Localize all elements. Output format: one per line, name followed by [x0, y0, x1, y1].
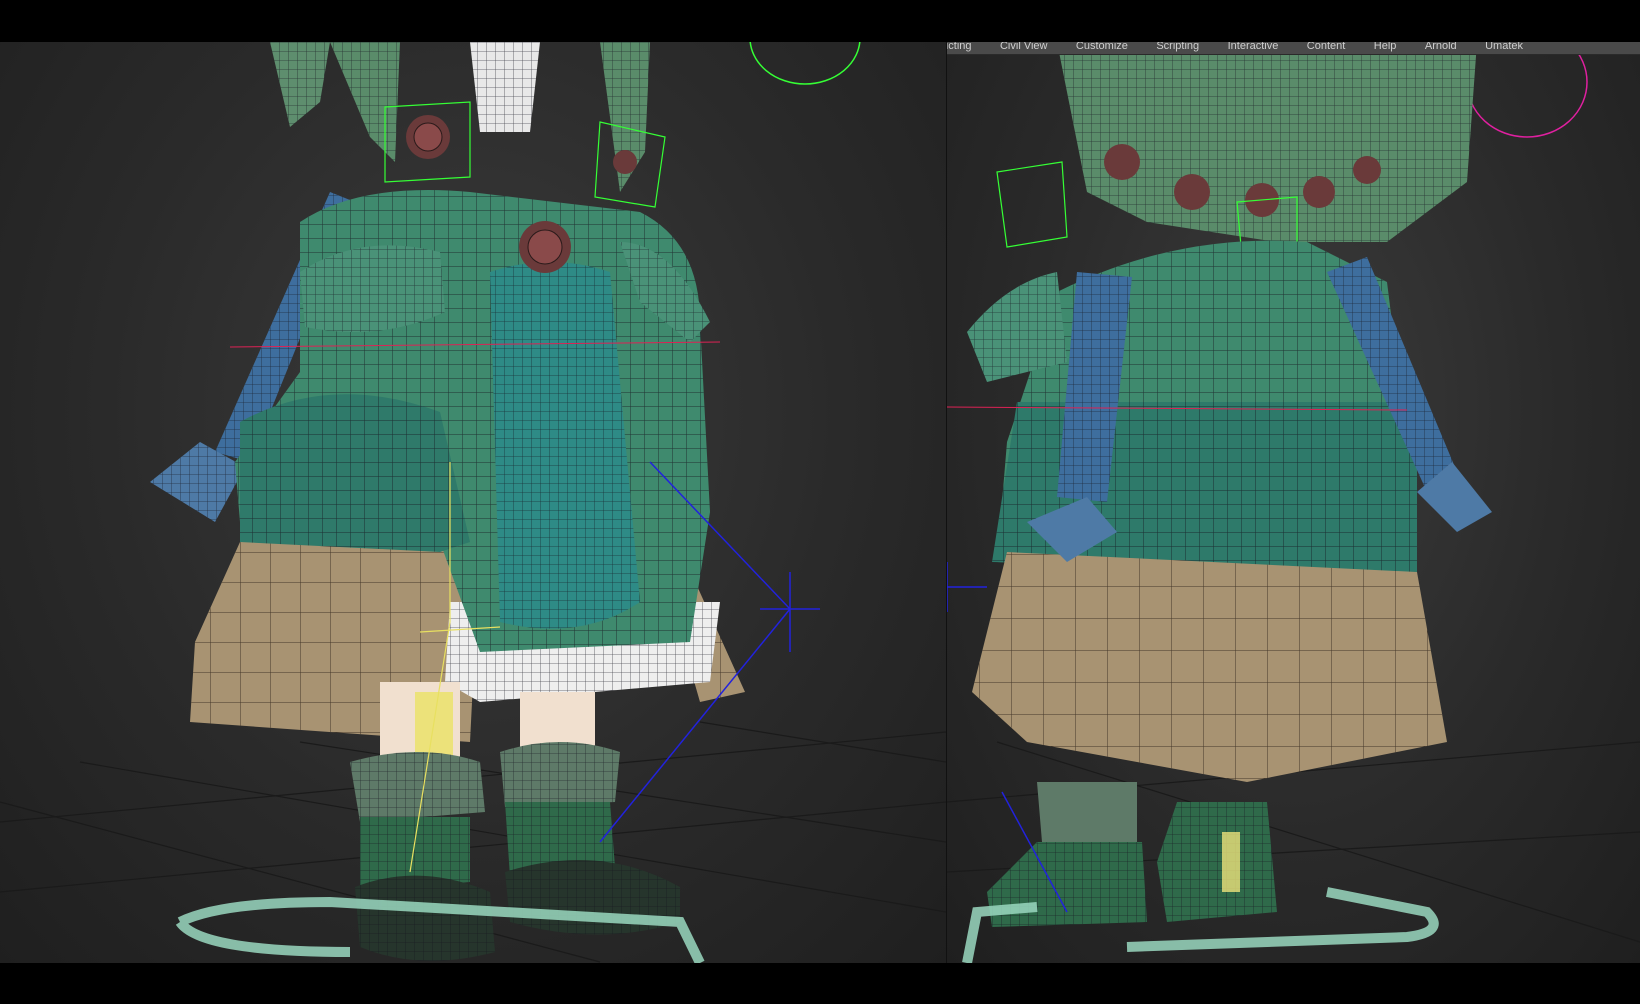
- skirt-back: [972, 552, 1447, 782]
- right-scene: [947, 42, 1640, 963]
- left-boot: [350, 752, 495, 961]
- menu-item-umatek[interactable]: Umatek: [1485, 42, 1523, 52]
- selection-circle: [749, 42, 861, 85]
- menu-item-content[interactable]: Content: [1307, 42, 1346, 52]
- menu-item-interactive[interactable]: Interactive: [1228, 42, 1279, 52]
- menu-item-scripting[interactable]: Scripting: [1156, 42, 1199, 52]
- pink-circle: [1466, 42, 1588, 138]
- menu-item-civil-view[interactable]: Civil View: [1000, 42, 1047, 52]
- left-scene: [0, 42, 946, 963]
- menu-item-arnold[interactable]: Arnold: [1425, 42, 1457, 52]
- viewport-left[interactable]: [0, 42, 946, 963]
- menu-item-help[interactable]: Help: [1374, 42, 1397, 52]
- viewport-right[interactable]: [947, 42, 1640, 963]
- hair-strips: [270, 42, 650, 192]
- menu-item-constructing[interactable]: ...ucting: [947, 42, 972, 52]
- letterbox-top: [0, 0, 1640, 42]
- coat-flap: [240, 394, 470, 552]
- menu-bar: ...ucting Civil View Customize Scripting…: [947, 42, 1640, 55]
- right-boot: [500, 742, 680, 935]
- letterbox-bottom: [0, 963, 1640, 1004]
- menu-item-customize[interactable]: Customize: [1076, 42, 1128, 52]
